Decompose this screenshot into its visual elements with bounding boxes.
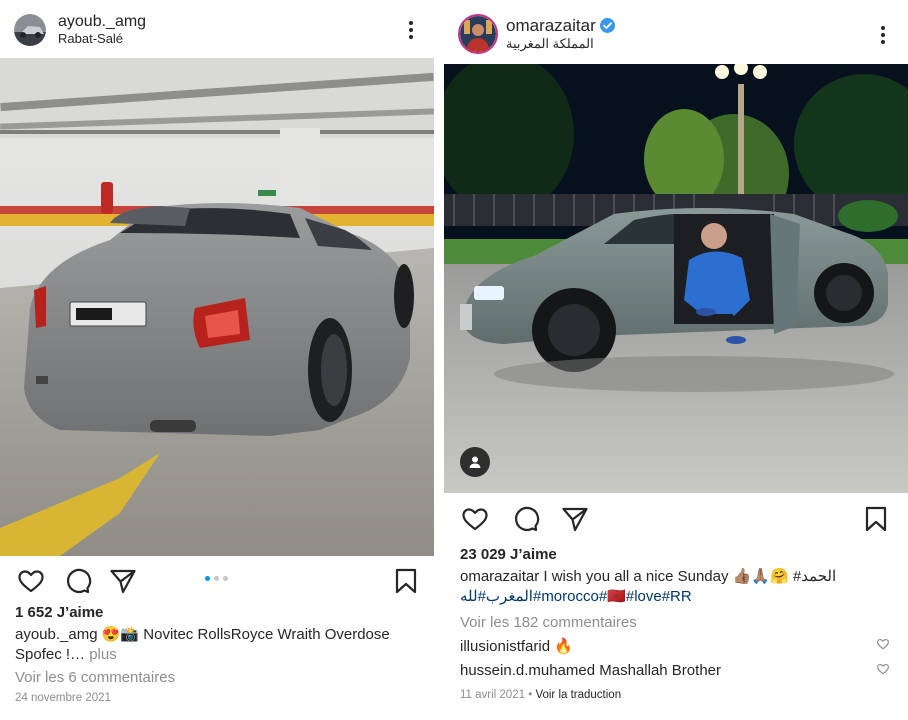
share-button[interactable]	[560, 504, 590, 534]
comment-like-button[interactable]	[876, 662, 890, 676]
caption-hashtags[interactable]: morocco#🇲🇦#love#RR	[541, 588, 691, 605]
comment-text: Mashallah Brother	[599, 662, 721, 679]
heart-icon	[462, 508, 488, 531]
avatar[interactable]	[458, 14, 498, 54]
heart-icon	[877, 663, 889, 675]
heart-icon	[18, 570, 44, 593]
likes-count[interactable]: 23 029 J’aime	[460, 546, 557, 563]
caption: omarazaitar I wish you all a nice Sunday…	[460, 567, 900, 607]
avatar[interactable]	[14, 14, 46, 46]
username[interactable]: omarazaitar	[506, 16, 596, 35]
comment-button[interactable]	[62, 566, 92, 596]
post-date: 11 avril 2021	[460, 689, 525, 701]
likes-count[interactable]: 1 652 J’aime	[15, 604, 103, 621]
post-date: 24 novembre 2021	[15, 692, 111, 704]
caption-text: Novitec RollsRoyce Wraith Overdose	[143, 626, 390, 643]
bookmark-icon	[865, 506, 887, 532]
like-button[interactable]	[16, 566, 46, 596]
comment-like-button[interactable]	[876, 637, 890, 651]
comment-icon	[67, 568, 92, 594]
caption-text-2: Spofec !…	[15, 646, 86, 663]
save-button[interactable]	[861, 504, 891, 534]
separator: •	[528, 689, 533, 701]
caption-emojis: 😍📸	[101, 626, 140, 643]
caption-text: I wish you all a nice Sunday 👍🏽🙏🏽🤗	[543, 568, 789, 585]
post-photo[interactable]	[444, 64, 908, 493]
username[interactable]: ayoub._amg	[58, 13, 146, 31]
paper-plane-icon	[110, 569, 136, 594]
more-vertical-icon	[881, 26, 885, 30]
comment-row: hussein.d.muhamed Mashallah Brother	[460, 662, 721, 679]
post-omarazaitar: omarazaitar المملكة المغربية 23 029 J’ai…	[444, 0, 908, 720]
verified-badge-icon	[599, 18, 615, 38]
carousel-dot	[214, 576, 219, 581]
post-header: omarazaitar المملكة المغربية	[444, 0, 908, 58]
username-row: omarazaitar	[506, 16, 615, 38]
comment-username[interactable]: hussein.d.muhamed	[460, 662, 595, 679]
comment-button[interactable]	[510, 504, 540, 534]
more-vertical-icon	[409, 21, 413, 25]
more-link[interactable]: plus	[89, 646, 117, 663]
post-ayoub: ayoub._amg Rabat-Salé 1 652 J’aime ayoub…	[0, 0, 434, 720]
carousel-dot	[205, 576, 210, 581]
view-comments-link[interactable]: Voir les 6 commentaires	[15, 669, 175, 686]
user-tag-icon	[469, 456, 481, 468]
carousel-indicator	[205, 576, 228, 581]
view-comments-link[interactable]: Voir les 182 commentaires	[460, 614, 637, 631]
caption-username[interactable]: omarazaitar	[460, 568, 539, 585]
post-header: ayoub._amg Rabat-Salé	[0, 0, 434, 58]
caption-hashtags-arabic[interactable]: المغرب#لله#	[460, 588, 541, 605]
translate-link[interactable]: Voir la traduction	[535, 689, 621, 701]
caption-arabic: #الحمد	[792, 568, 837, 585]
more-options-button[interactable]	[401, 18, 421, 42]
post-photo[interactable]	[0, 58, 434, 556]
comment-username[interactable]: illusionistfarid	[460, 638, 550, 655]
comment-row: illusionistfarid 🔥	[460, 637, 573, 655]
heart-icon	[877, 638, 889, 650]
share-button[interactable]	[108, 566, 138, 596]
carousel-dot	[223, 576, 228, 581]
save-button[interactable]	[391, 566, 421, 596]
caption-username[interactable]: ayoub._amg	[15, 626, 98, 643]
comment-text: 🔥	[554, 638, 573, 655]
comment-icon	[515, 506, 540, 532]
paper-plane-icon	[562, 507, 588, 532]
location[interactable]: Rabat-Salé	[58, 31, 123, 46]
location[interactable]: المملكة المغربية	[506, 36, 594, 52]
more-options-button[interactable]	[873, 23, 893, 47]
like-button[interactable]	[460, 504, 490, 534]
bookmark-icon	[395, 568, 417, 594]
caption: ayoub._amg 😍📸 Novitec RollsRoyce Wraith …	[15, 625, 425, 665]
post-date-row: 11 avril 2021 • Voir la traduction	[460, 689, 621, 701]
user-tag-button[interactable]	[460, 447, 490, 477]
